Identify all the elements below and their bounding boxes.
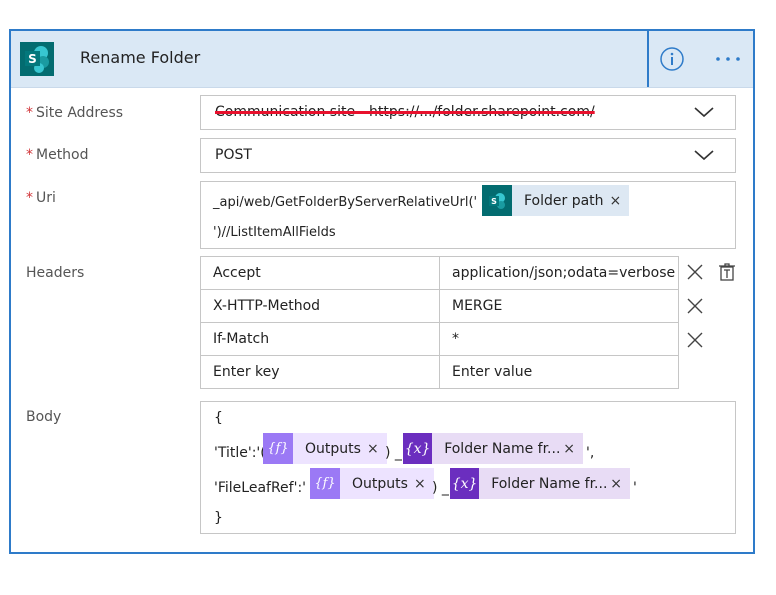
body-label: Body [26, 409, 62, 425]
header-key-input[interactable]: If-Match [200, 322, 440, 356]
body-open-brace: { [214, 410, 223, 426]
chevron-down-icon[interactable] [693, 146, 715, 164]
delete-row-icon[interactable] [687, 332, 703, 348]
header-row: If-Match * [200, 322, 679, 356]
site-address-label: * Site Address [26, 105, 123, 121]
remove-token-icon[interactable]: × [367, 441, 387, 457]
chevron-down-icon[interactable] [693, 103, 715, 121]
card-title: Rename Folder [80, 48, 201, 67]
body-fileleafref-prefix: 'FileLeafRef':' ( [214, 480, 316, 496]
method-value: POST [215, 147, 252, 163]
body-fileleafref-separator: ) _ [432, 480, 449, 496]
delete-all-icon[interactable] [718, 262, 736, 282]
header-key-input[interactable]: X-HTTP-Method [200, 289, 440, 323]
uri-label: * Uri [26, 190, 56, 206]
uri-input[interactable]: _api/web/GetFolderByServerRelativeUrl(' … [200, 181, 736, 249]
header-row-empty: Enter key Enter value [200, 355, 679, 389]
folder-name-token[interactable]: {x} Folder Name fr... × [450, 468, 630, 499]
site-address-label-text: Site Address [36, 105, 124, 121]
body-close-brace: } [214, 510, 223, 526]
expression-icon: {𝑓} [310, 468, 340, 499]
header-divider [647, 31, 649, 87]
sharepoint-icon: S [482, 185, 512, 216]
site-address-dropdown[interactable]: Communication site - https://.../folder.… [200, 95, 736, 130]
outputs-token[interactable]: {𝑓} Outputs × [263, 433, 387, 464]
folder-path-token[interactable]: S Folder path × [482, 185, 630, 216]
remove-token-icon[interactable]: × [563, 441, 583, 457]
required-marker: * [26, 190, 33, 206]
outputs-token[interactable]: {𝑓} Outputs × [310, 468, 434, 499]
header-value-placeholder[interactable]: Enter value [439, 355, 679, 389]
token-label: Folder path [524, 192, 604, 209]
header-row: X-HTTP-Method MERGE [200, 289, 679, 323]
token-label: Outputs [305, 440, 361, 457]
token-label: Folder Name fr... [444, 440, 561, 457]
remove-token-icon[interactable]: × [610, 476, 630, 492]
method-dropdown[interactable]: POST [200, 138, 736, 173]
header-value-input[interactable]: * [439, 322, 679, 356]
variable-icon: {x} [403, 433, 433, 464]
body-fileleafref-suffix: ' [633, 480, 637, 496]
sharepoint-logo-icon: S [20, 42, 54, 76]
required-marker: * [26, 105, 33, 121]
delete-row-icon[interactable] [687, 264, 703, 280]
headers-label: Headers [26, 265, 85, 281]
method-label: * Method [26, 147, 89, 163]
token-label: Folder Name fr... [491, 475, 608, 492]
svg-text:S: S [28, 52, 37, 66]
delete-row-icon[interactable] [687, 298, 703, 314]
required-marker: * [26, 147, 33, 163]
header-value-input[interactable]: MERGE [439, 289, 679, 323]
remove-token-icon[interactable]: × [610, 193, 630, 209]
body-title-suffix: ', [586, 445, 595, 461]
header-value-input[interactable]: application/json;odata=verbose [439, 256, 679, 290]
site-address-value: Communication site - https://.../folder.… [215, 104, 595, 120]
body-title-separator: ) _ [385, 445, 402, 461]
remove-token-icon[interactable]: × [414, 476, 434, 492]
more-options-icon[interactable] [713, 46, 743, 72]
body-input[interactable]: { 'Title':'( {𝑓} Outputs × ) _ {x} Folde… [200, 401, 736, 534]
uri-text-line1: _api/web/GetFolderByServerRelativeUrl(' [213, 195, 478, 210]
variable-icon: {x} [450, 468, 480, 499]
header-row: Accept application/json;odata=verbose [200, 256, 679, 290]
headers-table: Accept application/json;odata=verbose X-… [200, 256, 679, 389]
expression-icon: {𝑓} [263, 433, 293, 464]
svg-text:S: S [491, 197, 497, 206]
header-key-placeholder[interactable]: Enter key [200, 355, 440, 389]
token-label: Outputs [352, 475, 408, 492]
action-card: S Rename Folder * Site Address Communicat… [9, 29, 755, 554]
method-label-text: Method [36, 147, 89, 163]
body-title-prefix: 'Title':'( [214, 445, 266, 461]
folder-name-token[interactable]: {x} Folder Name fr... × [403, 433, 583, 464]
uri-text-line2: ')//ListItemAllFields [213, 225, 336, 240]
uri-label-text: Uri [36, 190, 56, 206]
card-header[interactable]: S Rename Folder [11, 31, 753, 88]
info-icon[interactable] [659, 46, 685, 72]
header-key-input[interactable]: Accept [200, 256, 440, 290]
